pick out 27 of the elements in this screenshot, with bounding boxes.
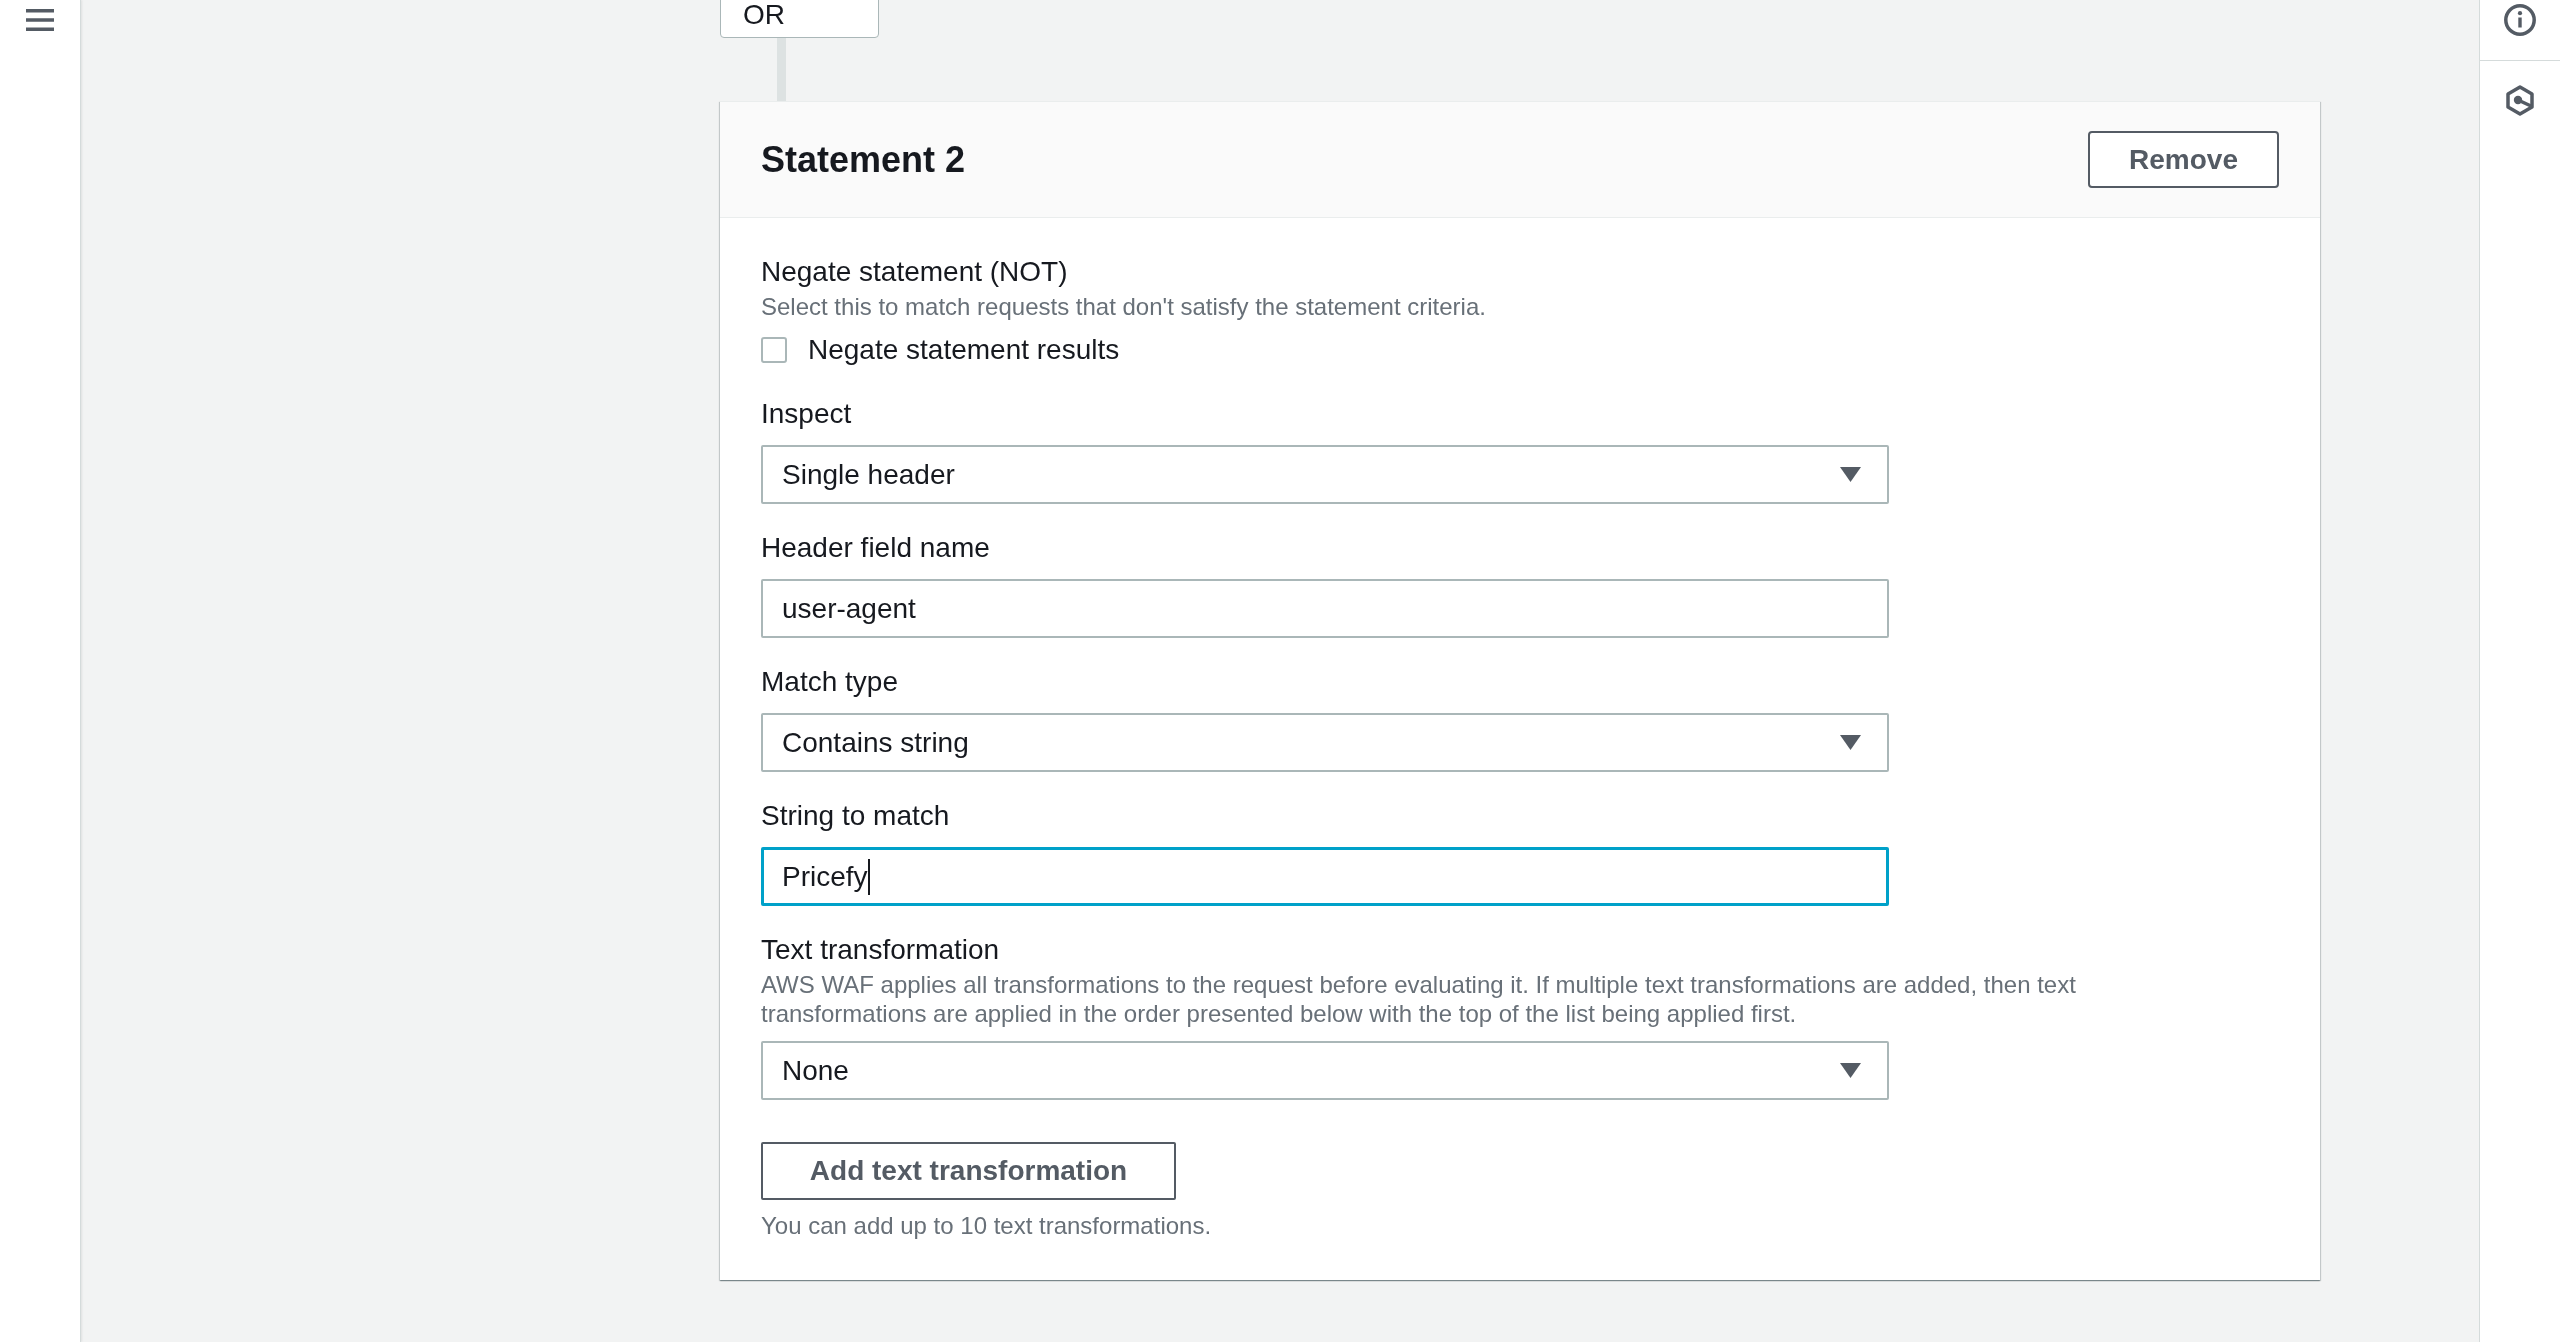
add-transformation-button[interactable]: Add text transformation <box>761 1142 1176 1200</box>
hexagon-icon[interactable] <box>2506 85 2534 116</box>
checkbox[interactable] <box>761 337 787 363</box>
dropdown[interactable]: Contains string <box>761 713 1889 772</box>
caret-down-icon <box>1840 467 1861 482</box>
text-cursor-icon <box>867 858 870 895</box>
caret-down-icon <box>1840 1063 1861 1078</box>
caret-down-icon <box>1840 735 1861 750</box>
hint-text: You can add up to 10 text transformations. <box>761 1211 1212 1240</box>
input-field[interactable]: Pricefy <box>761 847 1889 906</box>
info-icon[interactable] <box>2504 4 2536 36</box>
field-label: String to match <box>761 799 950 833</box>
field-label: Match type <box>761 665 898 699</box>
field-description: Select this to match requests that don't satisfy the statement criteria. <box>761 292 1486 321</box>
menu-icon[interactable] <box>26 8 54 32</box>
field-label: Header field name <box>761 531 990 565</box>
remove-button[interactable]: Remove <box>2088 131 2279 188</box>
dropdown[interactable]: Single header <box>761 445 1889 504</box>
dropdown[interactable]: None <box>761 1041 1889 1100</box>
field-label: Text transformation <box>761 933 1000 967</box>
field-description: AWS WAF applies all transformations to the request before evaluating it. If multiple text transformations are added, then text transformations are applied in the order presented below with the top of the list being applied first. <box>761 970 2077 1028</box>
checkbox-label: Negate statement results <box>808 333 1120 367</box>
input-field[interactable]: user-agent <box>761 579 1889 638</box>
field-label: Inspect <box>761 397 852 431</box>
field-label: Negate statement (NOT) <box>761 255 1068 289</box>
operator-label: OR <box>720 0 879 38</box>
card-title: Statement 2 <box>761 137 966 182</box>
